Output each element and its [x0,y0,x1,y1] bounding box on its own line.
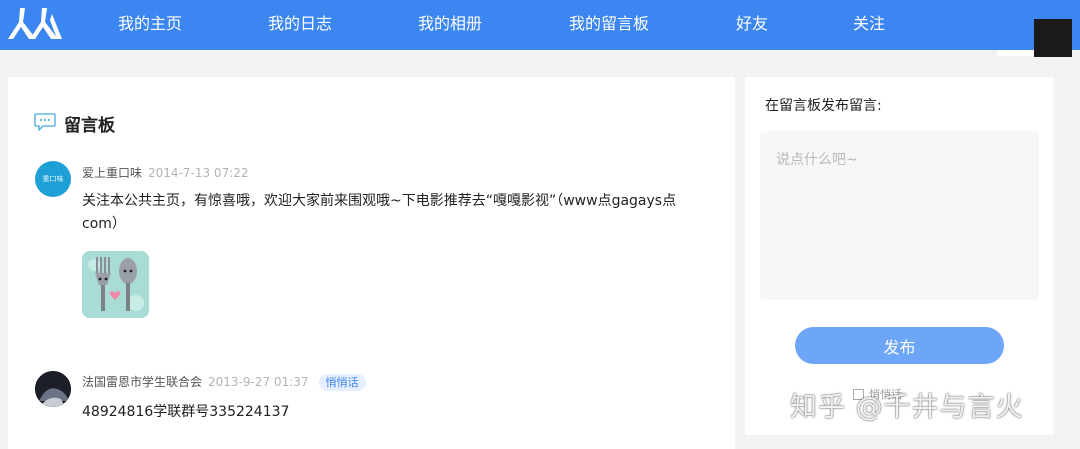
nav-item-friends[interactable]: 好友 [736,13,768,35]
nav-item-album[interactable]: 我的相册 [418,13,482,35]
chat-bubble-icon [34,113,56,131]
message-text: 48924816学联群号335224137 [82,404,290,420]
whisper-badge: 悄悄话 [318,374,366,391]
board-title: 留言板 [64,116,115,136]
post-message-panel: 在留言板发布留言: 发布 悄悄话 [745,77,1053,435]
message-image[interactable] [82,251,149,318]
message-author[interactable]: 爱上重口味 [82,166,142,180]
top-nav-bar: 我的主页 我的日志 我的相册 我的留言板 好友 关注 [0,0,1080,50]
user-menu-block[interactable] [1034,19,1072,57]
message-time: 2013-9-27 01:37 [208,375,309,389]
post-label: 在留言板发布留言: [765,98,882,114]
avatar-photo-icon [35,371,71,407]
avatar[interactable] [35,371,71,407]
avatar-text: 重口味 [42,175,64,183]
zhihu-watermark: 知乎 @千井与言火 [790,392,1024,423]
nav-item-blog[interactable]: 我的日志 [268,13,332,35]
message-input[interactable] [760,131,1039,300]
message-meta: 法国雷恩市学生联合会 2013-9-27 01:37 悄悄话 [82,373,366,391]
message-author[interactable]: 法国雷恩市学生联合会 [82,375,202,389]
nav-item-follow[interactable]: 关注 [853,13,885,35]
avatar[interactable]: 重口味 [35,161,71,197]
nav-item-home[interactable]: 我的主页 [118,13,182,35]
header-accent-strip [997,50,1034,56]
message-board-panel: 留言板 重口味 爱上重口味 2014-7-13 07:22 关注本公共主页，有惊喜… [8,77,735,449]
nav-item-message-board[interactable]: 我的留言板 [569,13,649,35]
renren-logo-icon[interactable] [8,6,62,42]
message-time: 2014-7-13 07:22 [148,166,249,180]
message-meta: 爱上重口味 2014-7-13 07:22 [82,164,249,181]
publish-button[interactable]: 发布 [795,327,1004,364]
fork-spoon-image-icon [82,251,149,318]
message-text: 关注本公共主页，有惊喜哦，欢迎大家前来围观哦~下电影推荐去“嘎嘎影视”（www点… [82,193,677,232]
